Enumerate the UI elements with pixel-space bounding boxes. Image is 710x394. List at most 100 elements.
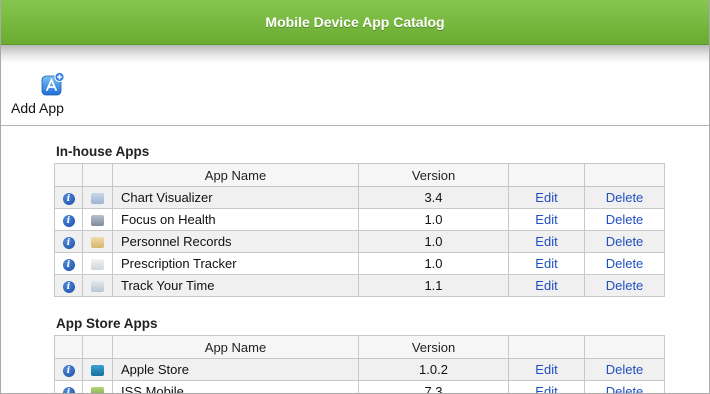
- app-version-cell: 3.4: [358, 186, 509, 209]
- delete-link[interactable]: Delete: [606, 256, 644, 271]
- info-icon[interactable]: i: [62, 192, 75, 205]
- delete-cell: Delete: [584, 186, 665, 209]
- apple-store-icon: [91, 365, 104, 377]
- app-name-cell: Chart Visualizer: [112, 186, 359, 209]
- header-shadow: [1, 45, 709, 63]
- edit-cell: Edit: [508, 230, 585, 253]
- edit-link[interactable]: Edit: [535, 362, 557, 377]
- delete-link[interactable]: Delete: [606, 212, 644, 227]
- header-version: Version: [358, 163, 509, 187]
- inhouse-apps-table: App Name Version i Chart Visualizer 3.4 Edi…: [54, 163, 665, 297]
- table-row: i Track Your Time 1.1 Edit Delete: [54, 274, 665, 297]
- delete-cell: Delete: [584, 208, 665, 231]
- app-icon-cell: [82, 252, 113, 275]
- edit-link[interactable]: Edit: [535, 212, 557, 227]
- chart-icon: [91, 193, 104, 205]
- app-version-cell: 1.0: [358, 208, 509, 231]
- table-row: i Apple Store 1.0.2 Edit Delete: [54, 358, 665, 381]
- header-info-cell: [54, 163, 83, 187]
- app-icon-cell: [82, 230, 113, 253]
- iss-icon: [91, 387, 104, 393]
- app-icon-cell: [82, 358, 113, 381]
- table-header-row: App Name Version: [54, 335, 665, 359]
- app-window: Mobile Device App Catalog Add App In-hou…: [0, 0, 710, 394]
- app-name-cell: Focus on Health: [112, 208, 359, 231]
- edit-link[interactable]: Edit: [535, 190, 557, 205]
- delete-link[interactable]: Delete: [606, 234, 644, 249]
- app-version-cell: 1.1: [358, 274, 509, 297]
- app-name-cell: Track Your Time: [112, 274, 359, 297]
- info-icon[interactable]: i: [62, 214, 75, 227]
- edit-link[interactable]: Edit: [535, 256, 557, 271]
- edit-cell: Edit: [508, 208, 585, 231]
- header-version: Version: [358, 335, 509, 359]
- table-row: i ISS Mobile 7.3 Edit Delete: [54, 380, 665, 393]
- delete-cell: Delete: [584, 230, 665, 253]
- info-cell: i: [54, 230, 83, 253]
- info-icon[interactable]: i: [62, 280, 75, 293]
- edit-cell: Edit: [508, 274, 585, 297]
- toolbar: Add App: [1, 63, 709, 126]
- app-name-cell: Prescription Tracker: [112, 252, 359, 275]
- appstore-apps-table: App Name Version i Apple Store 1.0.2 Edit De…: [54, 335, 665, 393]
- table-row: i Personnel Records 1.0 Edit Delete: [54, 230, 665, 253]
- records-icon: [91, 237, 104, 249]
- info-icon[interactable]: i: [62, 236, 75, 249]
- header-info-cell: [54, 335, 83, 359]
- info-cell: i: [54, 358, 83, 381]
- edit-link[interactable]: Edit: [535, 384, 557, 393]
- info-icon[interactable]: i: [62, 364, 75, 377]
- inhouse-section-title: In-house Apps: [56, 144, 150, 159]
- header-edit-cell: [508, 335, 585, 359]
- app-name-cell: ISS Mobile: [112, 380, 359, 393]
- app-store-add-icon: [41, 71, 65, 96]
- edit-cell: Edit: [508, 186, 585, 209]
- header-delete-cell: [584, 335, 665, 359]
- app-name-cell: Apple Store: [112, 358, 359, 381]
- delete-link[interactable]: Delete: [606, 362, 644, 377]
- add-app-label: Add App: [11, 100, 64, 116]
- delete-cell: Delete: [584, 252, 665, 275]
- app-version-cell: 7.3: [358, 380, 509, 393]
- app-version-cell: 1.0.2: [358, 358, 509, 381]
- info-cell: i: [54, 208, 83, 231]
- window-title: Mobile Device App Catalog: [1, 0, 709, 45]
- header-edit-cell: [508, 163, 585, 187]
- header-delete-cell: [584, 163, 665, 187]
- info-cell: i: [54, 252, 83, 275]
- app-icon-cell: [82, 186, 113, 209]
- info-icon[interactable]: i: [62, 258, 75, 271]
- header-app-name: App Name: [112, 163, 359, 187]
- table-row: i Focus on Health 1.0 Edit Delete: [54, 208, 665, 231]
- app-version-cell: 1.0: [358, 230, 509, 253]
- table-header-row: App Name Version: [54, 163, 665, 187]
- delete-link[interactable]: Delete: [606, 384, 644, 393]
- header-icon-cell: [82, 335, 113, 359]
- edit-cell: Edit: [508, 380, 585, 393]
- delete-cell: Delete: [584, 358, 665, 381]
- info-cell: i: [54, 186, 83, 209]
- health-icon: [91, 215, 104, 227]
- edit-link[interactable]: Edit: [535, 278, 557, 293]
- appstore-section-title: App Store Apps: [56, 316, 158, 331]
- edit-cell: Edit: [508, 252, 585, 275]
- info-cell: i: [54, 380, 83, 393]
- delete-link[interactable]: Delete: [606, 190, 644, 205]
- app-icon-cell: [82, 274, 113, 297]
- edit-cell: Edit: [508, 358, 585, 381]
- delete-link[interactable]: Delete: [606, 278, 644, 293]
- table-row: i Prescription Tracker 1.0 Edit Delete: [54, 252, 665, 275]
- app-icon-cell: [82, 380, 113, 393]
- app-icon-cell: [82, 208, 113, 231]
- edit-link[interactable]: Edit: [535, 234, 557, 249]
- info-icon[interactable]: i: [62, 386, 75, 393]
- table-row: i Chart Visualizer 3.4 Edit Delete: [54, 186, 665, 209]
- header-icon-cell: [82, 163, 113, 187]
- clock-icon: [91, 281, 104, 293]
- add-app-button[interactable]: Add App: [11, 71, 85, 122]
- header-app-name: App Name: [112, 335, 359, 359]
- delete-cell: Delete: [584, 380, 665, 393]
- info-cell: i: [54, 274, 83, 297]
- prescription-icon: [91, 259, 104, 271]
- app-version-cell: 1.0: [358, 252, 509, 275]
